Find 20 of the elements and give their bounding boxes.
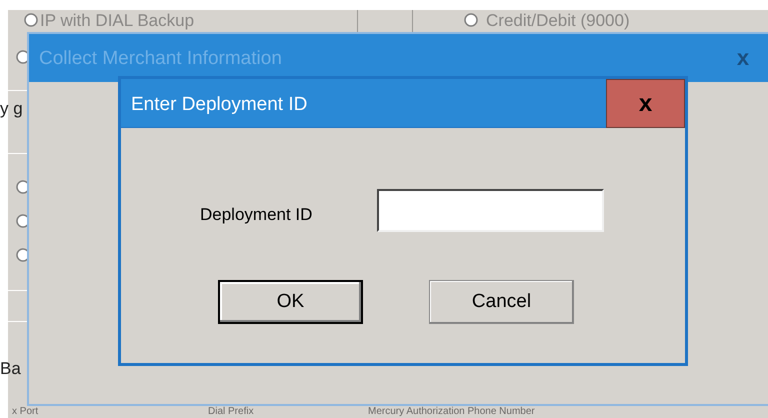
radio-label: IP with DIAL Backup: [40, 12, 194, 29]
radio-button[interactable]: [16, 180, 27, 194]
column-label: Dial Prefix: [208, 407, 254, 417]
radio-button[interactable]: [16, 50, 27, 64]
partial-label: y g: [0, 100, 23, 117]
dialog-button[interactable]: Cancel: [429, 280, 574, 324]
radio-button[interactable]: [16, 248, 27, 262]
radio-button[interactable]: [24, 13, 38, 27]
input-field[interactable]: [377, 189, 604, 232]
partial-label: Ba: [0, 360, 21, 377]
radio-label: Credit/Debit (9000): [486, 12, 630, 29]
column-label: x Port: [12, 407, 38, 417]
field-label: Deployment ID: [200, 204, 312, 226]
dialog-title: Enter Deployment ID: [131, 93, 308, 117]
window-title: Collect Merchant Information: [39, 47, 282, 71]
dialog-button[interactable]: OK: [218, 280, 363, 324]
close-button[interactable]: x: [606, 79, 685, 128]
radio-button[interactable]: [464, 13, 478, 27]
radio-button[interactable]: [16, 214, 27, 228]
column-label: Mercury Authorization Phone Number: [368, 407, 535, 417]
